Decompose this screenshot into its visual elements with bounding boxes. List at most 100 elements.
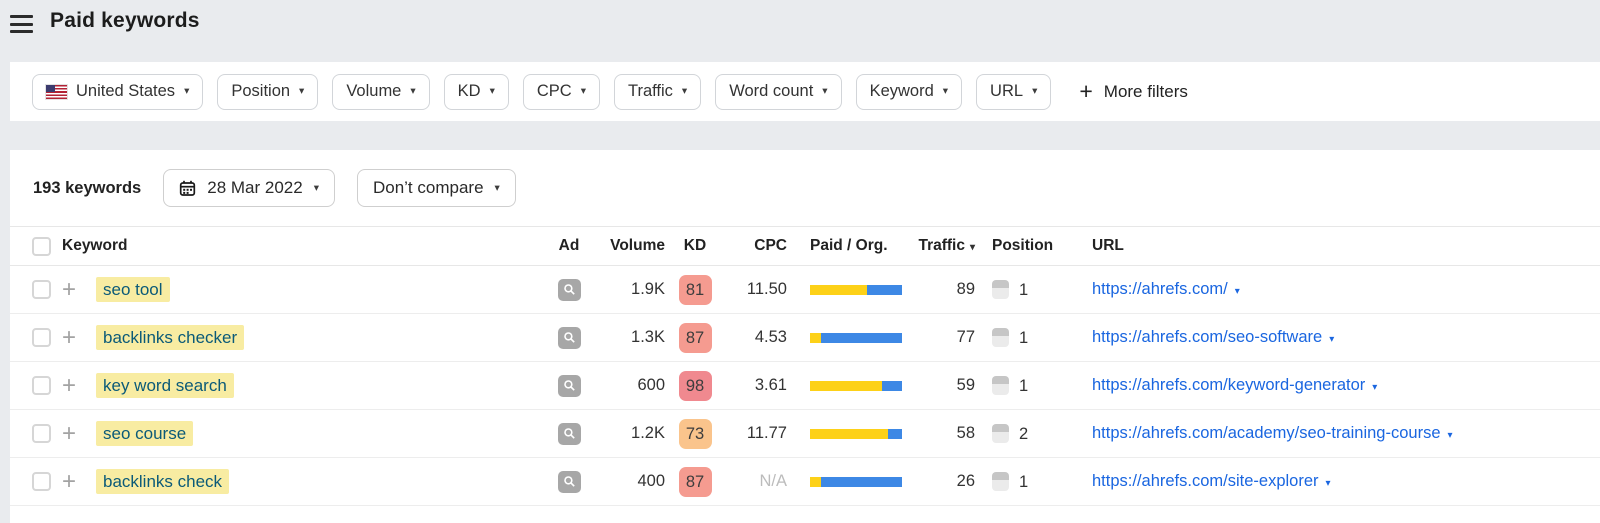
url-link[interactable]: https://ahrefs.com/academy/seo-training-… [1092, 424, 1453, 442]
column-header-kd[interactable]: KD [667, 226, 723, 266]
paid-bar-segment [810, 284, 868, 295]
row-checkbox[interactable] [32, 376, 51, 396]
chevron-down-icon: ▾ [313, 181, 319, 194]
paid-bar-segment [810, 428, 889, 439]
column-header-traffic[interactable]: Traffic ▾ [913, 226, 978, 266]
paid-bar-segment [810, 380, 882, 391]
column-header-keyword[interactable]: Keyword [62, 226, 549, 266]
calendar-icon [180, 180, 196, 196]
keyword-link[interactable]: key word search [96, 372, 234, 398]
chevron-down-icon: ▾ [1447, 430, 1453, 441]
column-header-url[interactable]: URL [1063, 226, 1600, 266]
url-text: https://ahrefs.com/keyword-generator [1092, 376, 1366, 394]
add-keyword-icon[interactable]: + [62, 276, 76, 303]
filter-kd-button[interactable]: KD ▾ [443, 73, 509, 110]
traffic-value: 77 [913, 313, 978, 362]
kd-badge: 73 [678, 418, 712, 449]
filter-keyword-button[interactable]: Keyword ▾ [855, 73, 963, 110]
url-link[interactable]: https://ahrefs.com/seo-software ▾ [1092, 328, 1334, 346]
row-checkbox[interactable] [32, 472, 51, 492]
filter-label: URL [990, 82, 1024, 100]
traffic-label: Traffic [918, 237, 965, 254]
column-header-paid-org[interactable]: Paid / Org. [793, 226, 913, 266]
keyword-link[interactable]: backlinks checker [96, 324, 245, 350]
serp-feature-icon [992, 471, 1009, 491]
position-value: 1 [1019, 472, 1029, 491]
date-picker-button[interactable]: 28 Mar 2022 ▾ [163, 169, 335, 207]
filter-traffic-button[interactable]: Traffic ▾ [613, 73, 702, 110]
serp-preview-icon[interactable] [557, 374, 581, 397]
position-value: 2 [1019, 424, 1029, 443]
cpc-value: 3.61 [723, 361, 793, 410]
hamburger-menu-icon[interactable] [10, 9, 33, 38]
chevron-down-icon: ▾ [822, 85, 828, 98]
keyword-link[interactable]: backlinks check [96, 468, 230, 494]
compare-mode-button[interactable]: Don’t compare ▾ [356, 169, 516, 207]
cpc-value: 4.53 [723, 313, 793, 362]
column-header-cpc[interactable]: CPC [723, 226, 793, 266]
add-keyword-icon[interactable]: + [62, 468, 76, 495]
row-checkbox[interactable] [32, 424, 51, 444]
select-all-checkbox[interactable] [32, 236, 51, 256]
url-link[interactable]: https://ahrefs.com/site-explorer ▾ [1092, 472, 1331, 490]
column-header-volume[interactable]: Volume [589, 226, 667, 266]
cpc-value: N/A [723, 457, 793, 506]
add-keyword-icon[interactable]: + [62, 324, 76, 351]
filter-position-button[interactable]: Position ▾ [217, 73, 319, 110]
paid-org-bar [810, 332, 902, 343]
filter-volume-button[interactable]: Volume ▾ [332, 73, 430, 110]
kd-badge: 87 [678, 322, 712, 353]
filter-label: KD [457, 82, 481, 100]
serp-feature-icon [992, 375, 1009, 395]
chevron-down-icon: ▾ [942, 85, 949, 98]
url-text: https://ahrefs.com/academy/seo-training-… [1092, 424, 1441, 442]
date-label: 28 Mar 2022 [207, 178, 303, 197]
url-link[interactable]: https://ahrefs.com/ ▾ [1092, 280, 1240, 298]
volume-value: 600 [589, 361, 667, 410]
chevron-down-icon: ▾ [1234, 286, 1240, 297]
chevron-down-icon: ▾ [184, 85, 190, 98]
filter-cpc-button[interactable]: CPC ▾ [522, 73, 600, 110]
table-toolbar: 193 keywords 28 Mar 2022 ▾ Don’t compare… [10, 150, 1600, 226]
filter-url-button[interactable]: URL ▾ [976, 73, 1052, 110]
filter-label: Keyword [869, 82, 934, 100]
add-keyword-icon[interactable]: + [62, 372, 76, 399]
filter-bar: United States ▾ Position ▾ Volume ▾ KD ▾… [10, 62, 1600, 121]
filter-country-button[interactable]: United States ▾ [32, 73, 204, 110]
column-header-position[interactable]: Position [978, 226, 1063, 266]
table-row: + backlinks checker 1.3K 87 4.53 77 1 ht… [10, 313, 1600, 362]
row-checkbox[interactable] [32, 328, 51, 348]
kd-badge: 81 [678, 274, 712, 305]
add-keyword-icon[interactable]: + [62, 420, 76, 447]
compare-label: Don’t compare [372, 178, 484, 197]
paid-bar-segment [810, 332, 822, 343]
filter-label: Volume [346, 82, 402, 100]
kd-badge: 98 [678, 370, 712, 401]
keyword-link[interactable]: seo course [96, 420, 194, 446]
more-filters-button[interactable]: + More filters [1073, 79, 1194, 104]
volume-value: 1.3K [589, 313, 667, 362]
chevron-down-icon: ▾ [494, 181, 500, 194]
keyword-link[interactable]: seo tool [96, 276, 170, 302]
sort-caret-icon: ▾ [969, 242, 975, 253]
url-link[interactable]: https://ahrefs.com/keyword-generator ▾ [1092, 376, 1377, 394]
traffic-value: 26 [913, 457, 978, 506]
serp-preview-icon[interactable] [557, 278, 581, 301]
serp-preview-icon[interactable] [557, 422, 581, 445]
traffic-value: 58 [913, 409, 978, 458]
filter-word-count-button[interactable]: Word count ▾ [715, 73, 842, 110]
serp-preview-icon[interactable] [557, 326, 581, 349]
plus-icon: + [1079, 78, 1093, 104]
cpc-value: 11.50 [723, 265, 793, 314]
serp-preview-icon[interactable] [557, 470, 581, 493]
row-checkbox[interactable] [32, 280, 51, 300]
volume-value: 1.9K [589, 265, 667, 314]
kd-badge: 87 [678, 466, 712, 497]
filter-label: CPC [536, 82, 572, 100]
position-value: 1 [1019, 280, 1029, 299]
table-row: + seo course 1.2K 73 11.77 58 2 https://… [10, 409, 1600, 458]
column-header-ad[interactable]: Ad [549, 226, 589, 266]
table-row: + backlinks check 400 87 N/A 26 1 https:… [10, 457, 1600, 506]
chevron-down-icon: ▾ [489, 85, 495, 98]
url-text: https://ahrefs.com/ [1092, 280, 1228, 298]
